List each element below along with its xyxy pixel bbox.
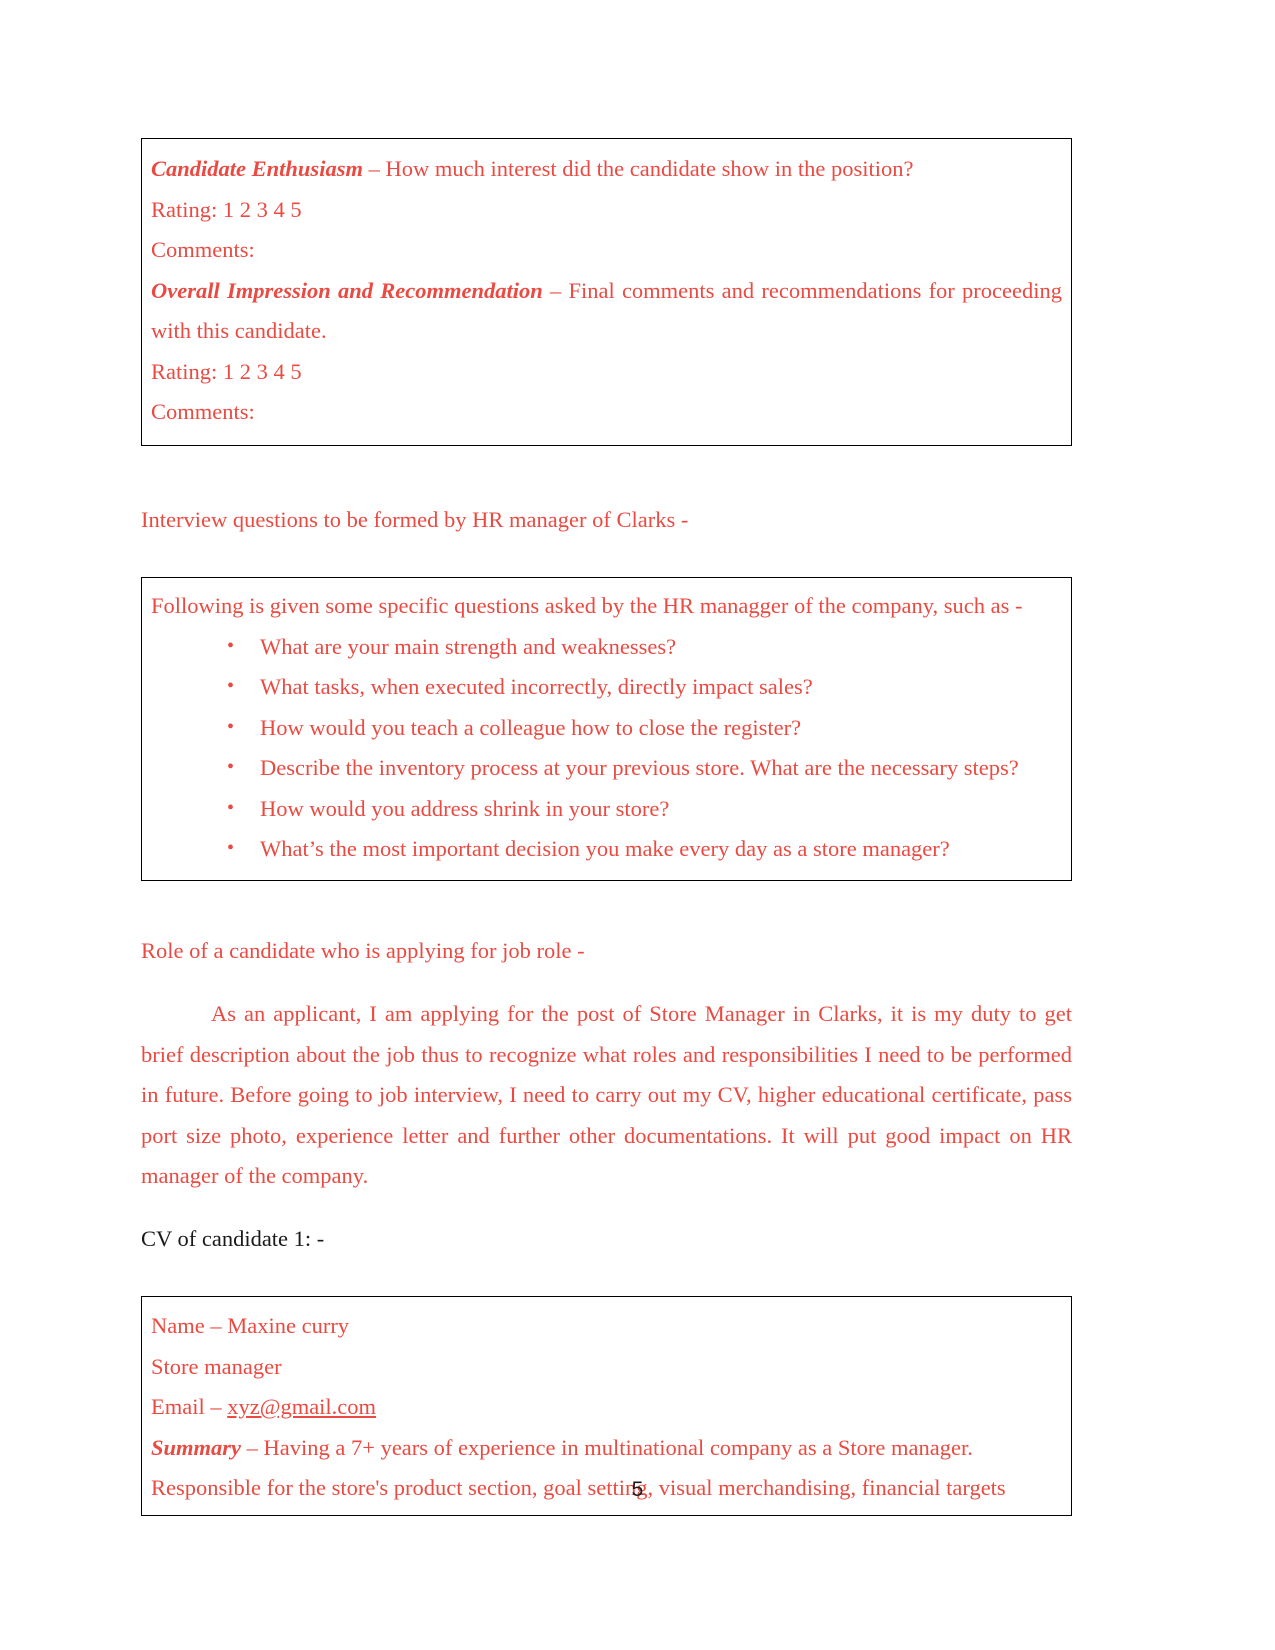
candidate-enthusiasm-label: Candidate Enthusiasm: [151, 156, 363, 181]
list-item: How would you teach a colleague how to c…: [227, 707, 1062, 749]
list-item: What are your main strength and weakness…: [227, 626, 1062, 668]
cv-name-line: Name – Maxine curry: [151, 1306, 1062, 1347]
cv-summary-text: Having a 7+ years of experience in multi…: [263, 1434, 973, 1460]
interview-questions-box: Following is given some specific questio…: [141, 577, 1072, 881]
interview-questions-intro: Following is given some specific questio…: [151, 593, 1023, 618]
list-item: What tasks, when executed incorrectly, d…: [227, 666, 1062, 708]
document-page: Candidate Enthusiasm – How much interest…: [0, 0, 1275, 1650]
comments-line-enthusiasm: Comments:: [151, 237, 255, 262]
cv-name-value: Maxine curry: [227, 1313, 350, 1338]
spacer-before-cv-box: [141, 1282, 1072, 1296]
interview-questions-list: What are your main strength and weakness…: [151, 626, 1062, 870]
cv-email-line: Email – xyz@gmail.com: [151, 1387, 1062, 1428]
overall-impression-line: Overall Impression and Recommendation – …: [151, 271, 1062, 352]
page-content: Candidate Enthusiasm – How much interest…: [141, 138, 1072, 1516]
rating-values-1: 1 2 3 4 5: [222, 196, 302, 222]
rating-label-2: Rating:: [151, 358, 218, 384]
list-item: What’s the most important decision you m…: [227, 828, 1062, 870]
spacer-before-questions-box: [141, 563, 1072, 577]
spacer-after-evaluation-box: [141, 446, 1072, 478]
evaluation-criteria-box: Candidate Enthusiasm – How much interest…: [141, 138, 1072, 446]
overall-impression-dash: –: [542, 277, 569, 303]
cv-candidate-heading: CV of candidate 1: -: [141, 1226, 325, 1251]
rating-line-overall: Rating: 1 2 3 4 5: [151, 352, 1062, 393]
comments-line-overall: Comments:: [151, 399, 255, 424]
candidate-enthusiasm-dash: –: [362, 156, 386, 181]
cv-summary-dash: –: [241, 1434, 264, 1460]
cv-summary-line: Summary – Having a 7+ years of experienc…: [151, 1428, 1062, 1469]
rating-values-2: 1 2 3 4 5: [222, 358, 302, 384]
interview-questions-heading: Interview questions to be formed by HR m…: [141, 507, 689, 532]
role-of-candidate-paragraph: As an applicant, I am applying for the p…: [141, 1001, 1072, 1188]
cv-job-title: Store manager: [151, 1353, 282, 1379]
cv-email-label: Email –: [151, 1394, 228, 1419]
rating-label-1: Rating:: [151, 196, 218, 222]
spacer-after-questions-box: [141, 881, 1072, 909]
cv-email-link[interactable]: xyz@gmail.com: [227, 1394, 376, 1419]
list-item: How would you address shrink in your sto…: [227, 788, 1062, 830]
cv-name-label: Name –: [151, 1313, 228, 1338]
candidate-enthusiasm-line: Candidate Enthusiasm – How much interest…: [151, 149, 1062, 190]
list-item: Describe the inventory process at your p…: [227, 747, 1062, 789]
role-of-candidate-heading: Role of a candidate who is applying for …: [141, 938, 585, 963]
cv-summary-label: Summary: [151, 1434, 242, 1460]
overall-impression-label: Overall Impression and Recommendation: [151, 277, 543, 303]
rating-line-enthusiasm: Rating: 1 2 3 4 5: [151, 190, 1062, 231]
page-number: 5: [631, 1478, 644, 1501]
candidate-enthusiasm-text: How much interest did the candidate show…: [385, 156, 914, 181]
